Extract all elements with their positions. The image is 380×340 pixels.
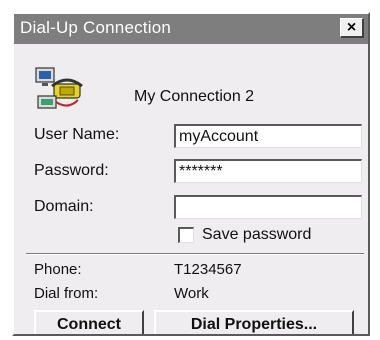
separator bbox=[26, 253, 364, 255]
username-field[interactable]: myAccount bbox=[174, 124, 362, 148]
phone-value: T1234567 bbox=[174, 261, 242, 278]
save-password-checkbox[interactable] bbox=[178, 227, 194, 243]
domain-field[interactable] bbox=[174, 195, 362, 219]
phone-label: Phone: bbox=[34, 261, 82, 278]
dial-up-connection-icon bbox=[35, 67, 83, 109]
password-label: Password: bbox=[34, 162, 109, 179]
username-label: User Name: bbox=[34, 126, 120, 143]
dial-from-label: Dial from: bbox=[34, 285, 99, 302]
connection-name: My Connection 2 bbox=[134, 88, 255, 105]
password-field[interactable]: ******* bbox=[174, 159, 362, 183]
connect-button[interactable]: Connect bbox=[34, 310, 144, 334]
dial-up-dialog: Dial-Up Connection × My Connection 2 Use… bbox=[12, 12, 370, 336]
domain-label: Domain: bbox=[34, 198, 94, 215]
close-button[interactable]: × bbox=[340, 18, 364, 38]
title-bar[interactable]: Dial-Up Connection × bbox=[14, 14, 368, 44]
window-title: Dial-Up Connection bbox=[20, 18, 172, 37]
dial-from-value: Work bbox=[174, 285, 209, 302]
dial-properties-button[interactable]: Dial Properties... bbox=[154, 310, 354, 334]
save-password-label[interactable]: Save password bbox=[202, 226, 311, 244]
